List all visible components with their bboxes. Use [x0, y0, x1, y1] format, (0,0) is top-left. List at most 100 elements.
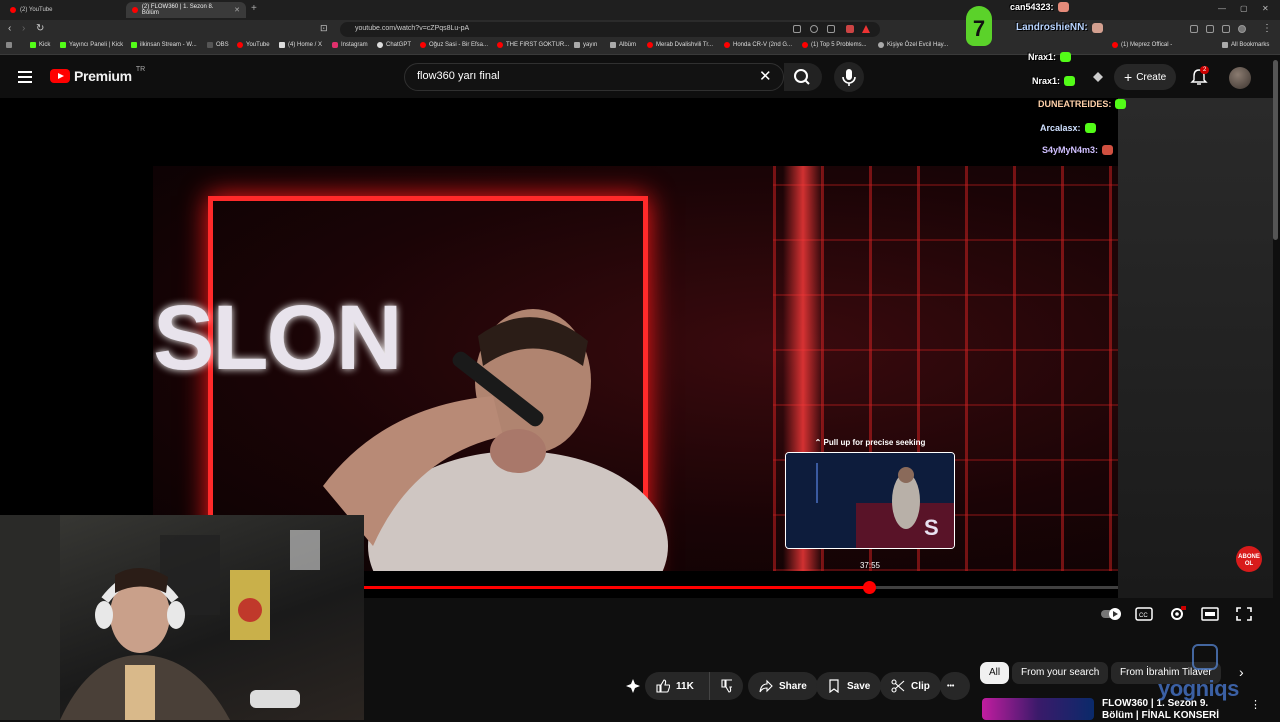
new-tab-button[interactable]: +: [251, 3, 257, 14]
tab-label: (2) YouTube: [20, 7, 53, 13]
more-actions-button[interactable]: •••: [940, 672, 970, 700]
menu-hamburger-icon[interactable]: [18, 71, 32, 83]
video-frame: SLON: [153, 166, 1118, 571]
emote-icon: [1091, 22, 1103, 33]
performer-figure: [323, 309, 668, 571]
bookmark-item[interactable]: Kick: [30, 42, 50, 48]
emote-icon: [1115, 99, 1127, 109]
close-window-icon[interactable]: ✕: [1262, 4, 1269, 13]
browser-tab-flow360[interactable]: (2) FLOW360 | 1. Sezon 8. Bölüm ✕: [126, 2, 246, 18]
like-button[interactable]: 11K: [645, 672, 709, 700]
account-avatar[interactable]: [1229, 67, 1251, 89]
page-scrollbar[interactable]: [1273, 60, 1278, 240]
chat-message: Arcalasx:: [1040, 123, 1096, 133]
bookmark-item[interactable]: Kişiye Özel Evcil Hay...: [878, 42, 948, 48]
miniplayer-icon[interactable]: [1201, 606, 1219, 622]
chat-message: Nrax1:: [1032, 76, 1076, 86]
voice-search-button[interactable]: [834, 62, 864, 92]
profile-icon[interactable]: [1238, 25, 1246, 33]
fullscreen-icon[interactable]: [1235, 606, 1253, 622]
bookmark-item[interactable]: Oğuz Sasi - Bir Efsa...: [420, 42, 488, 48]
youtube-logo-icon: [50, 69, 70, 83]
share-page-icon[interactable]: [827, 25, 835, 33]
youtube-premium-logo[interactable]: Premium TR: [50, 65, 146, 84]
microphone-icon: [842, 69, 856, 86]
menu-icon[interactable]: ⋮: [1262, 23, 1272, 34]
bookmark-item[interactable]: ChatGPT: [377, 42, 411, 48]
apps-icon[interactable]: [6, 42, 12, 48]
streamer-webcam: [0, 515, 364, 720]
browser-tab-bar: (2) YouTube (2) FLOW360 | 1. Sezon 8. Bö…: [0, 0, 1280, 20]
dislike-button[interactable]: [709, 672, 743, 700]
all-bookmarks-button[interactable]: All Bookmarks: [1222, 42, 1269, 48]
chat-message: LandroshieNN:: [1016, 22, 1103, 33]
close-tab-icon[interactable]: ✕: [234, 6, 240, 14]
maximize-icon[interactable]: ▢: [1240, 4, 1248, 13]
bookmark-folder[interactable]: Albüm: [610, 42, 636, 48]
brave-shield-icon[interactable]: [846, 25, 854, 33]
bookmark-item[interactable]: THE FIRST GOKTUR...: [497, 42, 569, 48]
save-button[interactable]: Save: [816, 672, 882, 700]
clip-button[interactable]: Clip: [880, 672, 941, 700]
bookmark-item[interactable]: Merab Dvalishvili Tr...: [647, 42, 713, 48]
reload-icon[interactable]: ↻: [36, 23, 44, 34]
bookmark-item[interactable]: (1) Top 5 Problems...: [802, 42, 867, 48]
tab-label: (2) FLOW360 | 1. Sezon 8. Bölüm: [141, 4, 214, 16]
create-button[interactable]: + Create: [1114, 64, 1177, 90]
sparkle-icon[interactable]: [624, 678, 642, 694]
downloads-icon[interactable]: [1222, 25, 1230, 33]
chips-next-icon[interactable]: ›: [1239, 664, 1244, 680]
minimize-icon[interactable]: —: [1218, 4, 1226, 13]
emote-icon: [1102, 145, 1114, 155]
search-input[interactable]: flow360 yarı final: [404, 63, 784, 91]
progress-bar[interactable]: [364, 581, 1118, 594]
back-icon[interactable]: ‹: [8, 23, 11, 34]
share-label: Share: [779, 680, 807, 692]
zoom-icon[interactable]: [810, 25, 818, 33]
bookmark-item[interactable]: OBS: [207, 42, 229, 48]
more-dots-icon: •••: [947, 682, 955, 690]
bookmark-folder[interactable]: yayın: [574, 42, 597, 48]
autoplay-toggle-icon[interactable]: [1100, 606, 1122, 622]
search-button[interactable]: [784, 63, 822, 91]
bookmark-item[interactable]: ilkinsan Stream - W...: [131, 42, 197, 48]
subtitles-icon[interactable]: CC: [1135, 606, 1153, 622]
clip-label: Clip: [911, 680, 930, 692]
recommended-menu-icon[interactable]: ⋮: [1250, 698, 1261, 711]
chip-all[interactable]: All: [980, 662, 1010, 684]
clear-search-icon[interactable]: ✕: [759, 67, 772, 85]
cast-icon[interactable]: [793, 25, 801, 33]
bookmark-item[interactable]: (4) Home / X: [279, 42, 322, 48]
bookmark-icon: [829, 679, 839, 693]
precise-seek-hint: ⌃ Pull up for precise seeking: [814, 438, 926, 447]
svg-text:S: S: [924, 515, 939, 540]
emote-icon: [1064, 76, 1076, 86]
rewards-icon[interactable]: [862, 25, 870, 33]
share-button[interactable]: Share: [748, 672, 818, 700]
bookmark-item[interactable]: YouTube: [237, 42, 270, 48]
extension-icon[interactable]: [1206, 25, 1214, 33]
chat-message: S4yMyN4m3:: [1042, 145, 1114, 155]
browser-tab-youtube[interactable]: (2) YouTube: [4, 2, 122, 18]
bookmark-item[interactable]: Instagram: [332, 42, 368, 48]
youtube-header: Premium TR flow360 yarı final ✕ + Create…: [0, 56, 1280, 98]
bookmark-item[interactable]: (1) Meprez Offical -: [1112, 42, 1172, 48]
logo-text: Premium: [74, 68, 132, 84]
chat-message: DUNEATREIDES:: [1038, 99, 1127, 109]
plus-icon: +: [1124, 69, 1133, 85]
bookmark-item[interactable]: Honda CR-V (2nd G...: [724, 42, 792, 48]
scrubber-handle[interactable]: [863, 581, 876, 594]
search-icon: [794, 69, 810, 85]
create-label: Create: [1136, 71, 1167, 83]
subscribe-watermark: ABONE OL: [1236, 546, 1262, 572]
extension-icon[interactable]: [1190, 25, 1198, 33]
forward-icon[interactable]: ›: [22, 23, 25, 34]
bookmark-item[interactable]: Yayıncı Paneli | Kick: [60, 42, 123, 48]
recommended-thumbnail[interactable]: [982, 698, 1094, 720]
settings-gear-icon[interactable]: [1168, 606, 1186, 622]
emote-icon: [1060, 52, 1072, 62]
region-code: TR: [135, 65, 146, 73]
chip-from-your-search[interactable]: From your search: [1012, 662, 1109, 684]
bookmark-page-icon[interactable]: ⊡: [320, 23, 328, 34]
kick-extension-icon[interactable]: [1090, 69, 1106, 85]
